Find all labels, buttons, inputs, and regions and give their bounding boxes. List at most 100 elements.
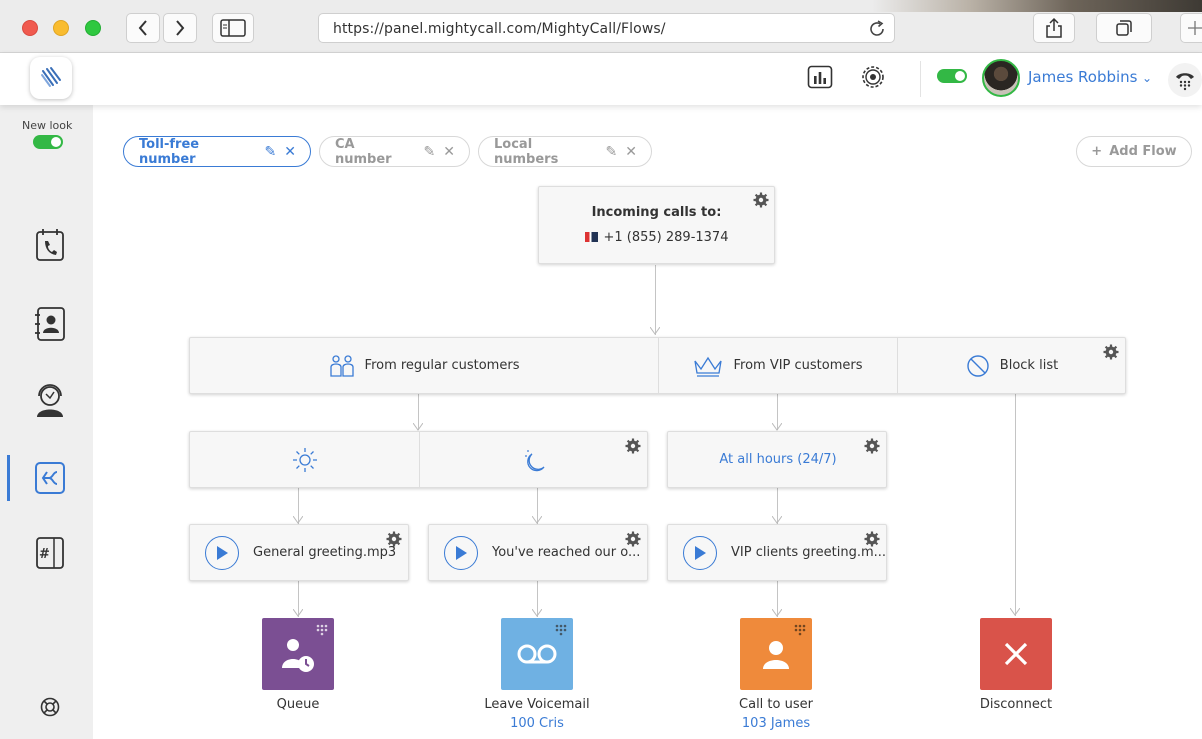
filter-block-list[interactable]: Block list [898,338,1126,393]
new-tab-button[interactable] [1180,13,1202,43]
add-flow-label: Add Flow [1109,144,1177,159]
action-queue[interactable] [262,618,334,690]
arrow-down-icon [1010,608,1020,616]
close-icon[interactable]: ✕ [284,144,296,160]
greeting-node-night[interactable]: You've reached our o... [428,524,648,581]
lifebuoy-icon [40,697,60,717]
gear-icon[interactable] [1102,343,1120,361]
url-text[interactable]: https://panel.mightycall.com/MightyCall/… [333,21,666,37]
play-button[interactable] [444,535,478,570]
tabs-overview-button[interactable] [1096,13,1152,43]
flag-icon [584,232,598,242]
action-target[interactable]: 100 Cris [467,716,607,731]
action-target[interactable]: 103 James [706,716,846,731]
availability-toggle[interactable] [937,69,967,83]
address-bar[interactable]: https://panel.mightycall.com/MightyCall/… [318,13,895,43]
browser-toolbar: https://panel.mightycall.com/MightyCall/… [0,0,1202,53]
sidebar-item-flows[interactable] [30,458,70,498]
dialpad-icon [1176,73,1194,91]
filter-vip-customers[interactable]: From VIP customers [659,338,897,393]
pencil-icon[interactable]: ✎ [606,144,618,160]
pencil-icon[interactable]: ✎ [265,144,277,160]
play-button[interactable] [683,535,717,570]
sidebar-toggle-button[interactable] [212,13,254,43]
people-icon [329,354,354,377]
bar-chart-icon [807,65,833,89]
left-sidebar: New look # [0,105,93,739]
pencil-icon[interactable]: ✎ [424,144,436,160]
arrow-down-icon [772,609,782,617]
action-label: Leave Voicemail [484,697,590,712]
incoming-number: +1 (855) 289-1374 [539,230,774,245]
gear-icon[interactable] [863,437,881,455]
sun-icon [292,447,317,472]
minimize-window-button[interactable] [53,20,69,36]
dialpad-dots-icon [794,624,806,636]
action-call-to-user[interactable] [740,618,812,690]
sidebar-item-contacts[interactable] [30,304,70,344]
reload-icon[interactable] [866,18,888,40]
settings-button[interactable] [859,63,887,91]
add-flow-button[interactable]: + Add Flow [1076,136,1192,167]
queue-icon [282,639,314,672]
header-divider [920,61,921,97]
sidebar-item-calls[interactable] [30,225,70,265]
sidebar-item-help[interactable] [30,687,70,727]
chevron-down-icon[interactable]: ⌄ [1142,71,1152,85]
greeting-node-day[interactable]: General greeting.mp3 [189,524,409,581]
close-icon [1004,642,1028,666]
gear-icon[interactable] [385,530,403,548]
voicemail-icon [517,644,557,664]
filter-regular-customers[interactable]: From regular customers [190,338,658,393]
reports-button[interactable] [806,63,834,91]
filter-label: From VIP customers [733,358,863,373]
tab-label: Local numbers [494,136,559,167]
tab-local-numbers[interactable]: Local numbers ✎ ✕ [478,136,652,167]
greeting-file: General greeting.mp3 [253,545,397,560]
forward-button[interactable] [163,13,197,43]
maximize-window-button[interactable] [85,20,101,36]
arrow-down-icon [293,609,303,617]
close-window-button[interactable] [22,20,38,36]
back-button[interactable] [126,13,160,43]
greeting-node-vip[interactable]: VIP clients greeting.m... [667,524,887,581]
svg-text:#: # [39,547,50,562]
vip-hours-node[interactable]: At all hours (24/7) [667,431,887,488]
incoming-title: Incoming calls to: [591,205,722,220]
app-logo[interactable] [30,57,72,99]
sidebar-item-numbers[interactable]: # [30,533,70,573]
action-disconnect[interactable] [980,618,1052,690]
gear-icon[interactable] [624,530,642,548]
dialpad-button[interactable] [1168,63,1202,97]
sidebar-item-agents[interactable] [30,381,70,421]
gear-icon[interactable] [624,437,642,455]
hours-day[interactable] [190,432,419,487]
tab-toll-free-number[interactable]: Toll-free number ✎ ✕ [123,136,311,167]
arrow-down-icon [413,423,423,431]
close-icon[interactable]: ✕ [625,144,637,160]
play-icon [217,545,228,560]
moon-icon [524,449,545,471]
close-icon[interactable]: ✕ [443,144,455,160]
new-look-label: New look [22,119,73,132]
action-leave-voicemail[interactable] [501,618,573,690]
hours-night[interactable] [420,432,649,487]
incoming-calls-node[interactable]: Incoming calls to: +1 (855) 289-1374 [538,186,775,264]
avatar[interactable] [982,59,1020,97]
flows-icon [35,462,65,494]
share-icon [1046,17,1062,38]
tab-label: CA number [335,136,392,167]
block-icon [967,354,989,377]
tab-ca-number[interactable]: CA number ✎ ✕ [319,136,470,167]
chevron-left-icon [138,20,147,36]
connector-line [655,265,656,335]
gear-icon[interactable] [863,530,881,548]
share-button[interactable] [1033,13,1075,43]
play-button[interactable] [205,535,239,570]
sidebar-icon [220,19,246,37]
play-icon [695,545,706,560]
user-name[interactable]: James Robbins [1028,68,1138,86]
new-look-toggle[interactable] [33,135,63,149]
filter-label: Block list [999,358,1059,373]
dialpad-dots-icon [316,624,328,636]
